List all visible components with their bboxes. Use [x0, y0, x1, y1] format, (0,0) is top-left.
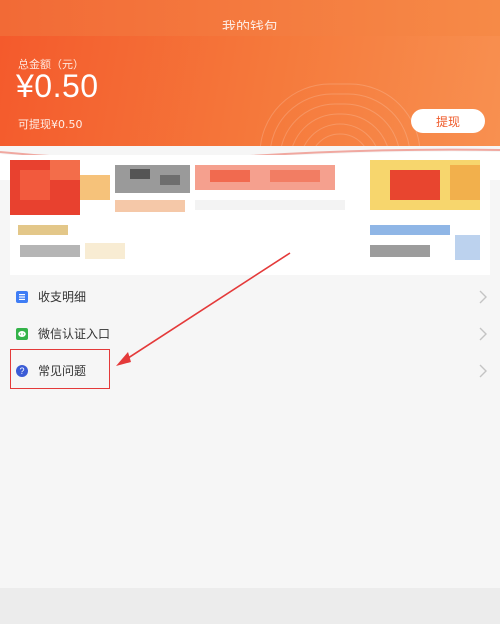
- chevron-right-icon: [479, 327, 487, 340]
- withdraw-button[interactable]: 提现: [411, 109, 485, 133]
- menu-item-label: 收支明细: [38, 290, 87, 304]
- annotation-highlight-box: [10, 349, 110, 389]
- chevron-right-icon: [479, 290, 487, 303]
- menu-item-transactions[interactable]: 收支明细: [0, 278, 500, 315]
- wechat-icon: [16, 327, 28, 340]
- list-icon: [16, 290, 28, 303]
- page-title: 我的钱包: [222, 20, 278, 30]
- available-amount-label: 可提现¥0.50: [18, 118, 83, 131]
- wallet-page: 我的钱包 总金额（元） ¥0.50 可提现¥0.50 提现 收支明细 微信认证入…: [0, 0, 500, 624]
- title-bar: 我的钱包: [0, 0, 500, 36]
- decorative-rings-icon: [259, 83, 421, 146]
- menu-item-label: 微信认证入口: [38, 327, 111, 341]
- balance-card: 总金额（元） ¥0.50 可提现¥0.50 提现: [0, 36, 500, 146]
- chevron-right-icon: [479, 364, 487, 377]
- total-amount-value: ¥0.50: [16, 68, 99, 104]
- promo-banner-blurred[interactable]: [10, 155, 490, 275]
- bottom-bar: [0, 588, 500, 624]
- menu-item-wechat-verify[interactable]: 微信认证入口: [0, 315, 500, 352]
